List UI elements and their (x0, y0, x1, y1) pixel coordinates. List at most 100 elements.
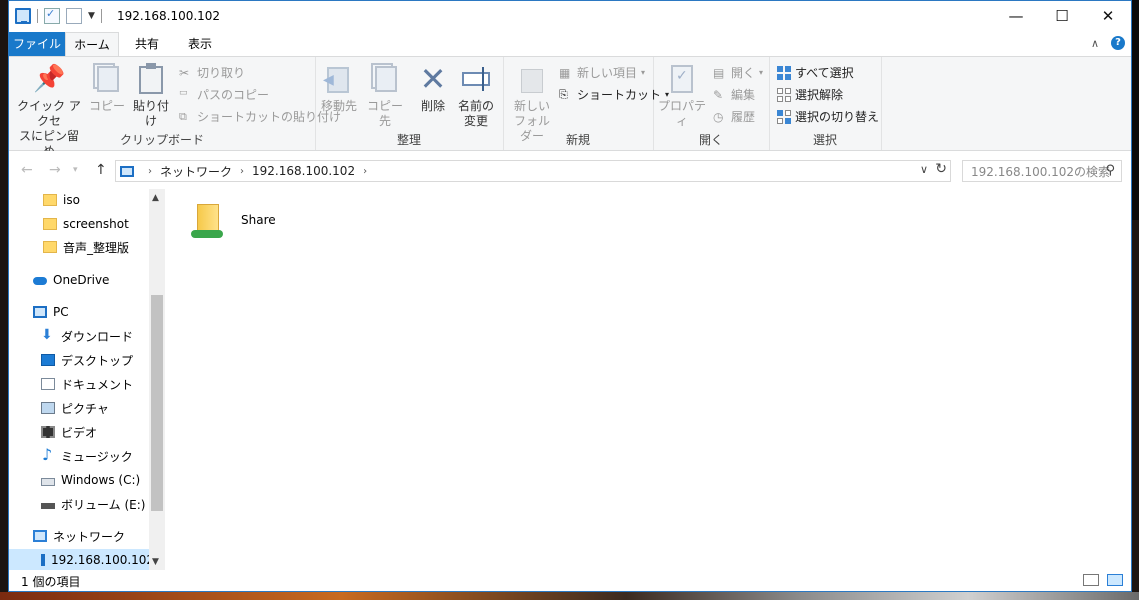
nav-item-label: デスクトップ (61, 353, 134, 368)
nav-item-music[interactable]: ミュージック (9, 445, 165, 467)
nav-item-desktop[interactable]: デスクトップ (9, 349, 165, 371)
breadcrumb-network[interactable]: ネットワーク (160, 163, 232, 180)
up-arrow-icon[interactable]: ↑ (95, 162, 107, 178)
paste-shortcut-icon: ⧉ (179, 109, 187, 123)
copy-label: コピー (89, 99, 126, 113)
select-all-icon (777, 65, 791, 80)
title-bar: ▼ 192.168.100.102 — ☐ ✕ (9, 1, 1131, 32)
network-computer-icon (41, 554, 45, 566)
scrollbar-thumb[interactable] (151, 295, 163, 511)
nav-item-screenshot[interactable]: screenshot (9, 213, 165, 235)
paste-button[interactable]: 貼り付け (129, 63, 173, 129)
pc-icon (15, 8, 31, 24)
select-none-button[interactable]: 選択解除 (777, 86, 843, 103)
cut-button[interactable]: ✂ 切り取り (179, 64, 245, 81)
nav-item-label: OneDrive (53, 273, 110, 287)
delete-button[interactable]: ✕ 削除 (415, 63, 451, 114)
invert-selection-label: 選択の切り替え (795, 110, 880, 124)
taskbar-background (0, 592, 1139, 600)
history-button[interactable]: ◷ 履歴 (713, 108, 755, 125)
nav-item-pictures[interactable]: ピクチャ (9, 397, 165, 419)
address-history-chevron-down-icon[interactable]: ∨ (920, 163, 928, 176)
recent-locations-chevron-down-icon[interactable]: ▾ (73, 165, 78, 175)
cut-label: 切り取り (197, 66, 246, 80)
nav-item-label: 音声_整理版 (63, 240, 130, 255)
nav-item-iso[interactable]: iso (9, 189, 165, 211)
large-icons-view-icon[interactable] (1107, 574, 1123, 586)
list-item[interactable]: Share (189, 195, 285, 245)
maximize-button[interactable]: ☐ (1039, 1, 1085, 31)
pc-icon (33, 306, 47, 318)
address-bar[interactable]: › ネットワーク › 192.168.100.102 › ∨ ↻ (115, 160, 951, 182)
new-item-label: 新しい項目 (577, 66, 638, 80)
edit-button[interactable]: ✎ 編集 (713, 86, 755, 103)
chevron-down-icon: ▾ (759, 68, 764, 77)
pin-label-line1: クイック アクセ (17, 99, 81, 128)
copy-path-label: パスのコピー (197, 88, 270, 102)
minimize-button[interactable]: — (993, 1, 1039, 31)
details-view-icon[interactable] (1083, 574, 1099, 586)
window-title: 192.168.100.102 (117, 9, 221, 23)
nav-item-pc[interactable]: PC (9, 301, 165, 323)
folder-icon (43, 241, 57, 253)
shared-folder-icon (189, 200, 223, 240)
nav-item-label: ドキュメント (61, 377, 134, 392)
new-folder-icon[interactable] (66, 8, 82, 24)
select-all-button[interactable]: すべて選択 (777, 64, 854, 81)
close-button[interactable]: ✕ (1085, 1, 1131, 31)
scroll-down-chevron-icon[interactable]: ▼ (152, 557, 159, 567)
scroll-up-chevron-icon[interactable]: ▲ (152, 193, 159, 203)
open-button[interactable]: ▤ 開く ▾ (713, 64, 763, 81)
invert-selection-button[interactable]: 選択の切り替え (777, 108, 879, 125)
tab-file[interactable]: ファイル (9, 32, 65, 56)
copy-icon (91, 63, 123, 95)
ribbon-tabs: ファイル ホーム 共有 表示 ∧ ? (9, 32, 1131, 56)
pictures-icon (41, 402, 55, 414)
new-item-button[interactable]: ▦ 新しい項目 ▾ (559, 64, 645, 81)
rename-button[interactable]: 名前の 変更 (455, 63, 497, 129)
properties-button[interactable]: プロパティ (657, 63, 707, 129)
nav-scrollbar[interactable]: ▲ ▼ (149, 189, 165, 570)
collapse-ribbon-chevron-up-icon[interactable]: ∧ (1091, 37, 1099, 50)
breadcrumb-host[interactable]: 192.168.100.102 (252, 164, 355, 178)
customize-qat-chevron-down-icon[interactable]: ▼ (88, 11, 95, 21)
nav-item-host[interactable]: 192.168.100.102 (9, 549, 154, 570)
nav-item-downloads[interactable]: ダウンロード (9, 325, 165, 347)
search-box[interactable]: 192.168.100.102の検索 ⚲ (962, 160, 1122, 182)
properties-icon[interactable] (44, 7, 60, 24)
select-none-label: 選択解除 (795, 88, 844, 102)
copy-path-button[interactable]: ▭ パスのコピー (179, 86, 269, 103)
nav-item-network[interactable]: ネットワーク (9, 525, 165, 547)
nav-item-documents[interactable]: ドキュメント (9, 373, 165, 395)
nav-item-onedrive[interactable]: OneDrive (9, 269, 165, 291)
forward-arrow-icon[interactable]: → (49, 162, 61, 178)
back-arrow-icon[interactable]: ← (21, 162, 33, 178)
copy-to-button[interactable]: コピー先 (363, 63, 407, 129)
select-group-label: 選択 (812, 133, 837, 147)
nav-item-drive-e[interactable]: ボリューム (E:) (9, 493, 165, 515)
tab-home[interactable]: ホーム (65, 32, 119, 56)
tab-share[interactable]: 共有 (126, 32, 168, 56)
ribbon: 📌 クイック アクセ スにピン留め コピー 貼り付け ✂ 切り取り ▭ パスのコ… (9, 56, 1131, 158)
nav-item-videos[interactable]: ビデオ (9, 421, 165, 443)
music-icon (41, 445, 55, 464)
tab-view[interactable]: 表示 (179, 32, 221, 56)
quick-access-toolbar: ▼ (15, 7, 102, 24)
select-none-icon (777, 87, 791, 102)
refresh-icon[interactable]: ↻ (935, 161, 947, 177)
nav-item-label: ビデオ (61, 425, 98, 440)
breadcrumb-separator-icon[interactable]: › (240, 166, 244, 177)
breadcrumb-separator-icon[interactable]: › (363, 166, 367, 177)
copy-button[interactable]: コピー (89, 63, 125, 114)
move-to-button[interactable]: 移動先 (319, 63, 359, 114)
select-group: すべて選択 選択解除 選択の切り替え 選択 (769, 57, 882, 150)
search-icon[interactable]: ⚲ (1105, 163, 1115, 178)
help-icon[interactable]: ? (1111, 36, 1125, 50)
copy-to-icon (369, 63, 401, 95)
breadcrumb-separator-icon[interactable]: › (148, 166, 152, 177)
network-icon (33, 530, 47, 542)
divider (100, 9, 102, 23)
nav-item-drive-c[interactable]: Windows (C:) (9, 469, 165, 491)
nav-item-audio-organized[interactable]: 音声_整理版 (9, 236, 165, 258)
new-item-icon: ▦ (559, 65, 571, 80)
